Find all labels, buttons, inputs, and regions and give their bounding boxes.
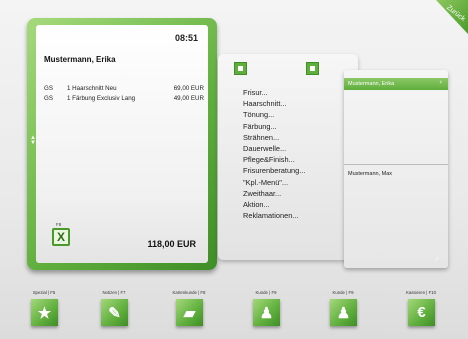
customer-row-selected[interactable]: Mustermann, Erika ♀ [344, 78, 448, 90]
menu-item-haarschnitt[interactable]: Haarschnitt... [243, 99, 305, 110]
female-icon: ♀ [438, 80, 444, 86]
receipt-panel: 08:51 Mustermann, Erika GS 1 Haarschnitt… [36, 25, 208, 263]
function-key-bar: Spezial | F5 ★ Notizen | F7 ✎ Kartenkund… [0, 290, 468, 339]
menu-item-frisur[interactable]: Frisur... [243, 88, 305, 99]
menu-person-icon[interactable] [306, 62, 319, 75]
receipt-line-code: GS [44, 84, 53, 92]
function-button-label: Spezial | F5 [32, 290, 56, 295]
receipt-time: 08:51 [174, 33, 198, 43]
receipt-line[interactable]: GS 1 Färbung Exclusiv Lang 49,00 EUR [44, 93, 204, 103]
service-menu-list: Frisur... Haarschnitt... Tönung... Färbu… [243, 88, 305, 222]
customer-card-button[interactable]: Kunde | F9 ♟ [313, 290, 373, 339]
customer-list-divider [344, 164, 448, 165]
receipt-customer-name: Mustermann, Erika [44, 55, 116, 64]
notes-button[interactable]: Notizen | F7 ✎ [84, 290, 144, 339]
euro-icon: € [408, 299, 435, 326]
receipt-line-description: 1 Haarschnitt Neu [67, 84, 117, 92]
receipt-line-price: 69,00 EUR [173, 84, 204, 92]
menu-item-straehnen[interactable]: Strähnen... [243, 133, 305, 144]
notes-icon: ✎ [101, 299, 128, 326]
folder-icon: ▰ [176, 299, 203, 326]
service-menu: Frisur... Haarschnitt... Tönung... Färbu… [218, 54, 358, 260]
receipt-line-code: GS [44, 94, 53, 102]
card-customer-button[interactable]: Kartenkunde | F8 ▰ [159, 290, 219, 339]
customer-button[interactable]: Kunde | F9 ♟ [236, 290, 296, 339]
menu-item-aktion[interactable]: Aktion... [243, 200, 305, 211]
function-button-label: Notizen | F7 [102, 290, 126, 295]
close-icon: X [56, 230, 65, 244]
customer-list: Mustermann, Erika ♀ Mustermann, Max ♂ [344, 70, 448, 268]
menu-item-reklamationen[interactable]: Reklamationen... [243, 211, 305, 222]
function-button-label: Kassieren | F10 [405, 290, 436, 295]
back-button[interactable]: Zurück [436, 0, 468, 34]
menu-item-dauerwelle[interactable]: Dauerwelle... [243, 144, 305, 155]
menu-item-zweithaar[interactable]: Zweithaar... [243, 189, 305, 200]
person-icon: ♟ [253, 299, 280, 326]
receipt-line-price: 49,00 EUR [173, 94, 204, 102]
checkout-button[interactable]: Kassieren | F10 € [391, 290, 451, 339]
back-label: Zurück [444, 4, 466, 23]
receipt-lines: GS 1 Haarschnitt Neu 69,00 EUR GS 1 Färb… [44, 83, 204, 103]
male-icon: ♂ [434, 255, 440, 264]
function-button-label: Kunde | F9 [332, 290, 354, 295]
customer-name: Mustermann, Erika [348, 81, 395, 87]
menu-item-pflege-finish[interactable]: Pflege&Finish... [243, 155, 305, 166]
menu-item-faerbung[interactable]: Färbung... [243, 122, 305, 133]
receipt-total: 118,00 EUR [147, 239, 196, 249]
receipt-line-description: 1 Färbung Exclusiv Lang [67, 94, 136, 102]
special-button[interactable]: Spezial | F5 ★ [14, 290, 74, 339]
cancel-shortcut-label: F8 [56, 222, 62, 227]
person-card-icon: ♟ [330, 299, 357, 326]
star-icon: ★ [31, 299, 58, 326]
function-button-label: Kunde | F9 [255, 290, 277, 295]
menu-toggle-icon[interactable] [234, 62, 247, 75]
customer-row[interactable]: Mustermann, Max [344, 168, 448, 180]
customer-name: Mustermann, Max [348, 171, 393, 177]
cancel-button[interactable]: X [52, 228, 70, 246]
receipt-line[interactable]: GS 1 Haarschnitt Neu 69,00 EUR [44, 83, 204, 93]
function-button-label: Kartenkunde | F8 [172, 290, 206, 295]
menu-item-toenung[interactable]: Tönung... [243, 110, 305, 121]
menu-item-kpl-menue[interactable]: "Kpl.-Menü"... [243, 178, 305, 189]
menu-item-frisurenberatung[interactable]: Frisurenberatung... [243, 166, 305, 177]
